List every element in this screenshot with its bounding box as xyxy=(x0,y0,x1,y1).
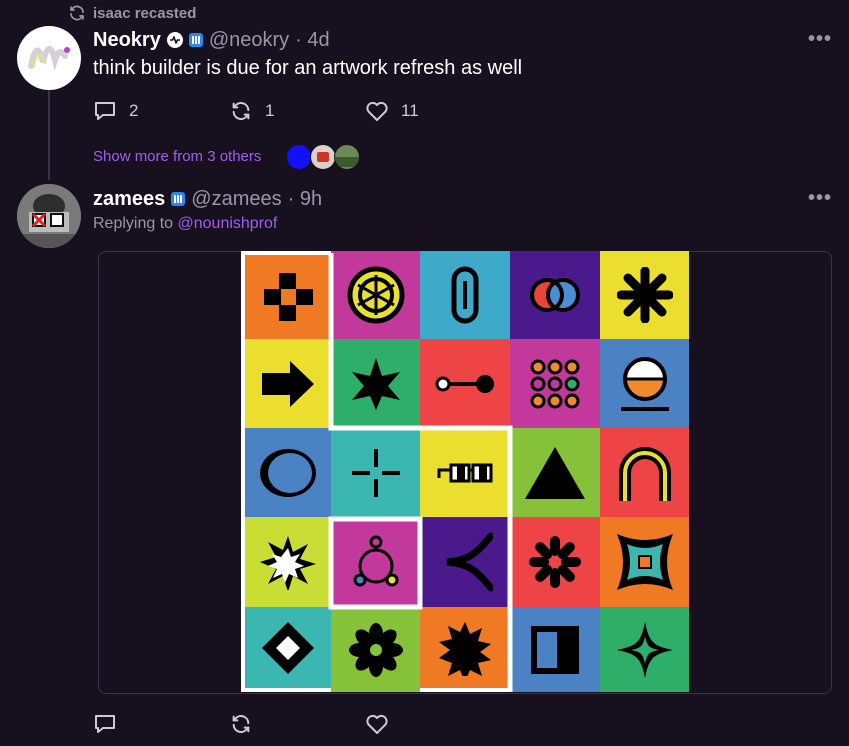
author-handle[interactable]: @zamees xyxy=(191,188,281,211)
reply-button[interactable] xyxy=(93,713,117,735)
recast-icon xyxy=(70,5,84,21)
recast-count: 1 xyxy=(265,101,275,120)
channel-badge-icon xyxy=(171,192,186,206)
avatar xyxy=(286,144,312,170)
post1-header: Neokry @neokry · 4d xyxy=(93,27,330,53)
author-handle[interactable]: @neokry xyxy=(209,29,289,52)
replying-handle-link[interactable]: @nounishprof xyxy=(178,215,278,232)
power-badge-icon xyxy=(166,32,183,48)
reply-icon xyxy=(95,102,115,120)
more-options-button[interactable]: ••• xyxy=(808,28,832,51)
recast-header: isaac recasted xyxy=(68,3,196,23)
recast-button[interactable]: 1 xyxy=(229,100,274,122)
like-button[interactable] xyxy=(365,713,389,735)
recast-icon xyxy=(232,102,250,120)
heart-icon xyxy=(366,714,388,734)
replying-prefix: Replying to xyxy=(93,215,174,232)
post-time[interactable]: · 4d xyxy=(295,29,329,52)
post2-header: zamees @zamees · 9h xyxy=(93,186,322,212)
author-name[interactable]: zamees xyxy=(93,188,165,211)
show-more-link[interactable]: Show more from 3 others xyxy=(93,148,261,165)
recast-button[interactable] xyxy=(229,713,253,735)
heart-icon xyxy=(366,101,388,121)
avatar xyxy=(310,144,336,170)
post1-text: think builder is due for an artwork refr… xyxy=(93,57,523,79)
reply-button[interactable]: 2 xyxy=(93,100,138,122)
replying-to: Replying to @nounishprof xyxy=(93,215,277,233)
like-button[interactable]: 11 xyxy=(365,100,419,122)
more-options-button[interactable]: ••• xyxy=(808,187,832,210)
avatar-neokry[interactable] xyxy=(17,26,81,90)
recast-text: isaac recasted xyxy=(93,4,197,22)
author-name[interactable]: Neokry xyxy=(93,29,161,52)
recast-icon xyxy=(232,715,250,733)
avatar-zamees[interactable] xyxy=(17,184,81,248)
avatar-stack[interactable] xyxy=(286,144,366,170)
artwork-path xyxy=(328,253,513,692)
like-count: 11 xyxy=(401,101,419,120)
thread-connector xyxy=(48,90,50,180)
post-time[interactable]: · 9h xyxy=(288,188,322,211)
artwork-image[interactable] xyxy=(241,251,689,692)
reply-icon xyxy=(95,715,115,733)
avatar xyxy=(334,144,360,170)
channel-badge-icon xyxy=(188,33,203,47)
reply-count: 2 xyxy=(129,101,139,120)
